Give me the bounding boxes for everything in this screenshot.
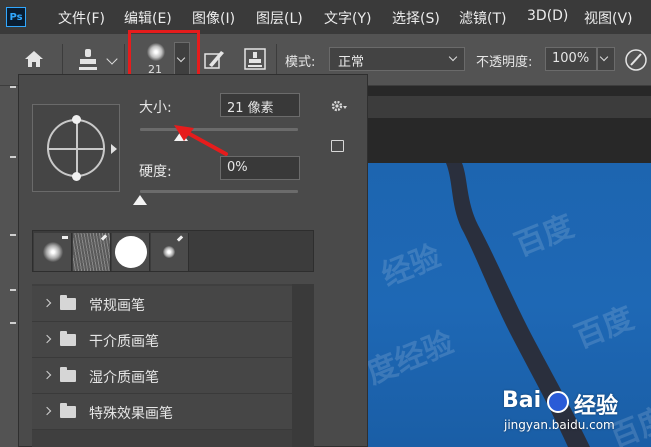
small-soft-brush-icon	[163, 246, 175, 258]
new-preset-icon[interactable]	[331, 140, 344, 152]
home-icon[interactable]	[24, 50, 44, 68]
hardness-slider-track[interactable]	[140, 190, 298, 193]
tool-marker	[10, 156, 16, 158]
folder-icon	[60, 331, 76, 346]
mode-label: 模式:	[285, 55, 316, 70]
collapse-icon[interactable]	[10, 86, 16, 88]
photoshop-window: Ps 文件(F) 编辑(E) 图像(I) 图层(L) 文字(Y) 选择(S) 滤…	[0, 0, 651, 447]
baidu-brand-suffix: 经验	[574, 394, 619, 419]
blend-mode-value: 正常	[338, 55, 365, 70]
separator	[276, 44, 277, 76]
folder-row-general[interactable]: 常规画笔	[32, 286, 292, 322]
separator	[124, 44, 125, 76]
separator	[62, 44, 63, 76]
menu-layer[interactable]: 图层(L)	[256, 8, 303, 28]
folder-row-special-effects[interactable]: 特殊效果画笔	[32, 394, 292, 430]
brush-mini-icon	[100, 234, 108, 241]
chevron-right-icon	[42, 334, 52, 344]
size-input[interactable]: 21 像素	[220, 93, 300, 117]
play-arrow-icon	[111, 144, 117, 154]
folder-icon	[60, 403, 76, 418]
tip-knob-top[interactable]	[72, 115, 81, 124]
opacity-value: 100%	[552, 51, 590, 66]
baidu-brand-logo: Bai	[502, 388, 542, 413]
blend-mode-select[interactable]: 正常	[329, 47, 465, 71]
document-tab-bar	[368, 96, 651, 118]
menu-image[interactable]: 图像(I)	[192, 8, 235, 28]
folder-label: 常规画笔	[89, 298, 145, 314]
menu-select[interactable]: 选择(S)	[392, 8, 440, 28]
menu-edit[interactable]: 编辑(E)	[124, 8, 172, 28]
folder-row-dry-media[interactable]: 干介质画笔	[32, 322, 292, 358]
opacity-input[interactable]: 100%	[545, 47, 597, 71]
chevron-right-icon	[42, 298, 52, 308]
brush-mini-icon	[176, 235, 184, 242]
tip-knob-bottom[interactable]	[72, 172, 81, 181]
menu-file[interactable]: 文件(F)	[58, 8, 105, 28]
size-label: 大小:	[139, 100, 172, 116]
clone-stamp-tool-icon[interactable]	[76, 47, 100, 73]
soft-brush-icon	[43, 242, 63, 262]
folder-row-wet-media[interactable]: 湿介质画笔	[32, 358, 292, 394]
red-arrow-annotation	[174, 125, 228, 156]
size-value: 21 像素	[227, 101, 274, 116]
menu-view[interactable]: 视图(V)	[584, 8, 633, 28]
opacity-label: 不透明度:	[476, 55, 533, 70]
chevron-right-icon	[42, 406, 52, 416]
baidu-url-text: jingyan.baidu.com	[504, 418, 615, 432]
chevron-down-icon	[448, 52, 458, 62]
tool-marker	[10, 234, 16, 236]
brush-tip-shape-preview[interactable]	[32, 104, 120, 192]
folder-list-scrollbar[interactable]	[292, 284, 314, 447]
stamp-mini-icon	[62, 236, 68, 239]
folder-icon	[60, 367, 76, 382]
hardness-slider-thumb[interactable]	[133, 195, 147, 205]
recent-brush-hard-round[interactable]	[112, 233, 150, 271]
hardness-input[interactable]: 0%	[220, 156, 300, 180]
folder-icon	[60, 295, 76, 310]
folder-label: 干介质画笔	[89, 334, 159, 350]
hardness-value: 0%	[227, 160, 248, 175]
menu-type[interactable]: 文字(Y)	[324, 8, 371, 28]
brush-folder-list: 常规画笔 干介质画笔 湿介质画笔 特殊效果画笔	[32, 284, 314, 447]
recent-brushes-strip	[32, 230, 314, 272]
tool-marker	[10, 322, 16, 324]
tool-marker	[10, 289, 16, 291]
opacity-dropdown[interactable]	[597, 47, 615, 71]
menu-bar: Ps 文件(F) 编辑(E) 图像(I) 图层(L) 文字(Y) 选择(S) 滤…	[0, 0, 651, 34]
menu-filter[interactable]: 滤镜(T)	[459, 8, 506, 28]
recent-brush-soft-round[interactable]	[34, 233, 72, 271]
chevron-down-icon	[599, 52, 609, 62]
tip-axis-vertical	[76, 119, 78, 177]
app-logo[interactable]: Ps	[6, 7, 26, 27]
folder-label: 湿介质画笔	[89, 370, 159, 386]
gear-icon[interactable]	[330, 98, 348, 114]
menu-3d[interactable]: 3D(D)	[527, 8, 568, 24]
hard-brush-icon	[115, 236, 147, 268]
chevron-right-icon	[42, 370, 52, 380]
recent-brush-texture[interactable]	[73, 233, 111, 271]
pressure-for-opacity-icon[interactable]	[624, 48, 648, 72]
hardness-label: 硬度:	[139, 164, 172, 180]
brush-settings-panel-icon[interactable]	[203, 48, 225, 70]
clone-source-panel-icon[interactable]	[244, 47, 266, 71]
tool-preset-chevron-down-icon[interactable]	[106, 53, 118, 65]
folder-label: 特殊效果画笔	[89, 406, 173, 422]
tools-panel	[0, 86, 20, 447]
recent-brush-small-soft[interactable]	[151, 233, 189, 271]
baidu-paw-icon	[547, 391, 569, 413]
